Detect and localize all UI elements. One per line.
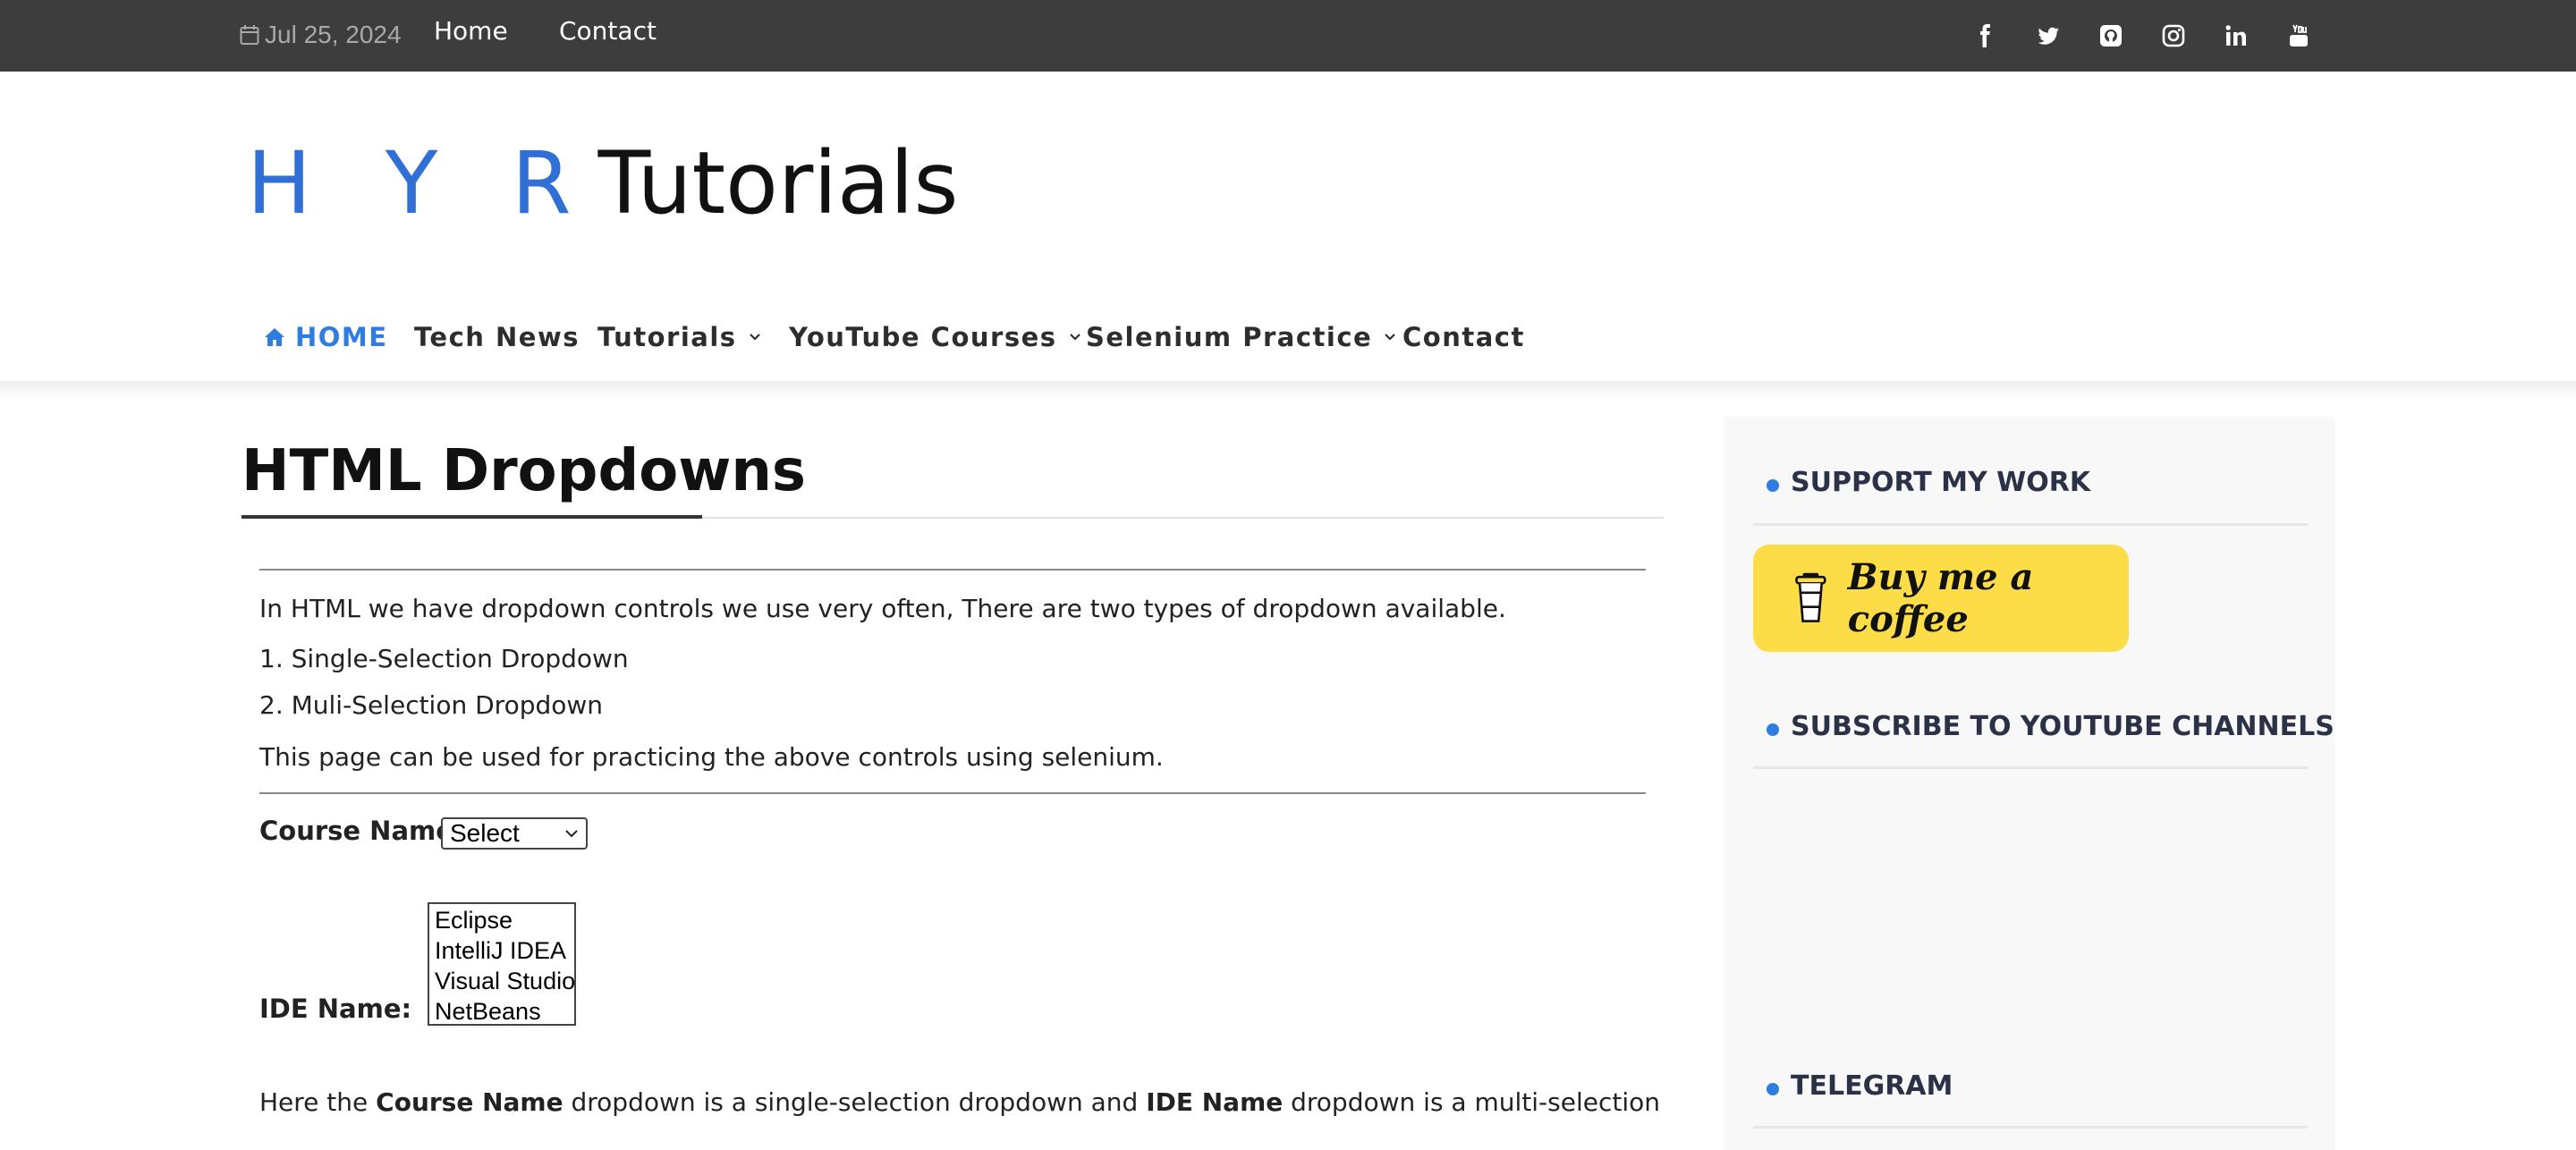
ide-option[interactable]: Visual Studio	[429, 966, 575, 996]
nav-home-label: HOME	[295, 322, 388, 352]
explanation-part: dropdown is a multi-selection	[1283, 1087, 1660, 1117]
youtube-icon[interactable]	[2283, 20, 2315, 52]
chevron-down-icon	[565, 830, 578, 838]
logo-hyr: H Y R	[247, 133, 595, 233]
explanation-bold: IDE Name	[1146, 1087, 1284, 1117]
chevron-down-icon	[1069, 334, 1080, 341]
nav-divider	[0, 381, 2576, 399]
top-link-contact[interactable]: Contact	[559, 16, 657, 46]
explanation-part: Here the	[259, 1087, 377, 1117]
divider	[259, 792, 1646, 794]
ide-name-label: IDE Name:	[259, 994, 412, 1024]
nav-tech-news[interactable]: Tech News	[414, 319, 580, 355]
telegram-title: TELEGRAM	[1791, 1070, 1953, 1102]
title-underline-accent	[242, 515, 702, 519]
coffee-label: Buy me a coffee	[1847, 556, 2034, 640]
chevron-down-icon	[749, 334, 760, 341]
nav-youtube-courses-label: YouTube Courses	[789, 322, 1057, 352]
logo-tutorials: Tutorials	[597, 133, 959, 233]
twitter-icon[interactable]	[2032, 20, 2064, 52]
page-title: HTML Dropdowns	[242, 438, 806, 504]
top-link-home[interactable]: Home	[434, 16, 508, 46]
sidebar	[1724, 417, 2334, 1150]
site-logo[interactable]: H Y R Tutorials	[247, 134, 959, 233]
date-display: Jul 25, 2024	[240, 19, 402, 51]
list-item: 2. Muli-Selection Dropdown	[259, 690, 604, 720]
nav-contact-label: Contact	[1402, 322, 1525, 352]
nav-selenium-practice-label: Selenium Practice	[1086, 322, 1373, 352]
buy-me-a-coffee-button[interactable]: Buy me a coffee	[1753, 545, 2129, 652]
ide-option[interactable]: IntelliJ IDEA	[429, 935, 574, 966]
linkedin-icon[interactable]	[2220, 20, 2252, 52]
widget-divider	[1753, 1126, 2308, 1129]
github-icon[interactable]	[2095, 20, 2127, 52]
list-item: 1. Single-Selection Dropdown	[259, 644, 629, 673]
home-icon	[265, 328, 284, 346]
explanation-part: dropdown is a single-selection dropdown …	[563, 1087, 1147, 1117]
facebook-icon[interactable]	[1970, 20, 2002, 52]
nav-contact[interactable]: Contact	[1402, 319, 1525, 355]
calendar-icon	[240, 25, 259, 45]
widget-divider	[1753, 766, 2308, 769]
explanation-text: Here the Course Name dropdown is a singl…	[259, 1087, 1660, 1117]
date-text: Jul 25, 2024	[265, 21, 402, 48]
course-name-label: Course Name:	[259, 816, 464, 846]
bullet-icon	[1767, 1083, 1779, 1095]
ide-option[interactable]: Eclipse	[429, 905, 574, 935]
nav-youtube-courses[interactable]: YouTube Courses	[789, 319, 1082, 355]
widget-divider	[1753, 523, 2308, 526]
bullet-icon	[1767, 723, 1779, 736]
nav-selenium-practice[interactable]: Selenium Practice	[1086, 319, 1397, 355]
bullet-icon	[1767, 479, 1779, 492]
course-name-select[interactable]: Select	[441, 817, 588, 850]
chevron-down-icon	[1385, 334, 1395, 341]
subscribe-title: SUBSCRIBE TO YOUTUBE CHANNELS	[1791, 711, 2334, 742]
top-bar: Jul 25, 2024 Home Contact	[0, 0, 2576, 72]
divider	[259, 569, 1646, 571]
ide-name-listbox[interactable]: Eclipse IntelliJ IDEA Visual Studio NetB…	[428, 902, 576, 1026]
course-name-selected: Select	[450, 819, 520, 847]
nav-tutorials-label: Tutorials	[597, 322, 737, 352]
explanation-bold: Course Name	[376, 1087, 564, 1117]
nav-home[interactable]: HOME	[263, 319, 388, 355]
support-title: SUPPORT MY WORK	[1791, 467, 2091, 498]
intro-text: In HTML we have dropdown controls we use…	[259, 594, 1506, 623]
nav-tech-news-label: Tech News	[414, 322, 580, 352]
instagram-icon[interactable]	[2157, 20, 2190, 52]
nav-tutorials[interactable]: Tutorials	[597, 319, 762, 355]
ide-option[interactable]: NetBeans	[429, 996, 574, 1027]
usage-text: This page can be used for practicing the…	[259, 742, 1164, 772]
coffee-cup-icon	[1795, 572, 1826, 622]
